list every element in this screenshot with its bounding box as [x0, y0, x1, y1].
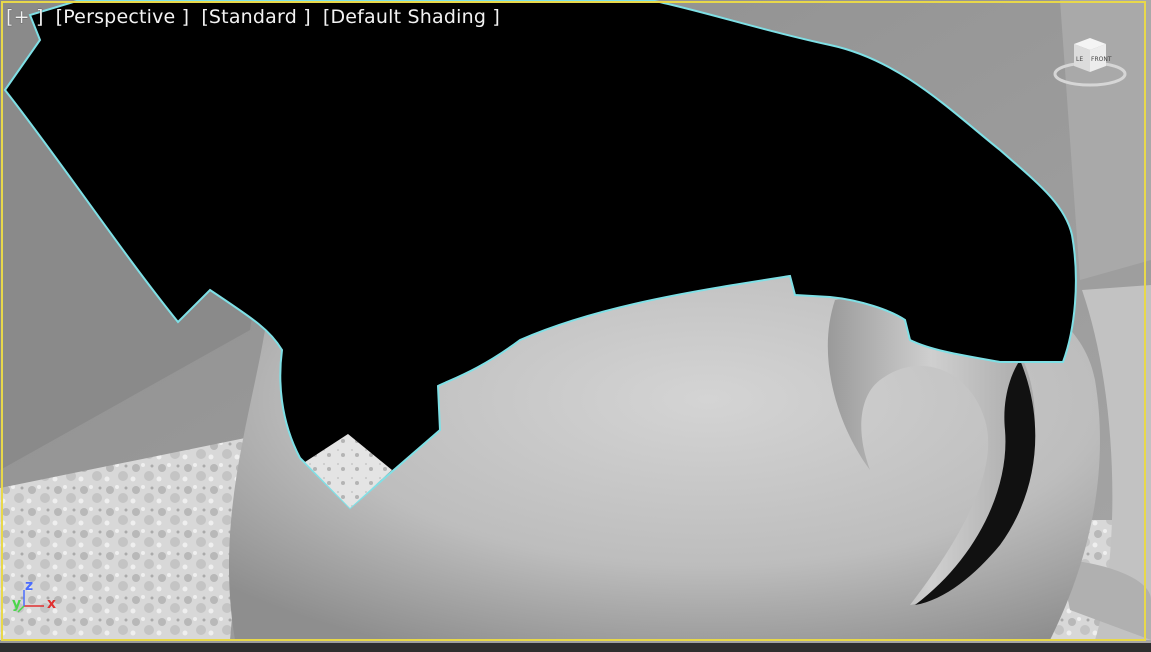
- view-type-label[interactable]: [Perspective ]: [56, 6, 190, 28]
- viewcube-front-label: FRONT: [1091, 56, 1112, 63]
- viewport-bottom-strip: [0, 643, 1151, 652]
- axis-tripod: x y z: [10, 578, 66, 618]
- viewport-label-bar: [+ ] [Perspective ] [Standard ] [Default…: [6, 6, 500, 28]
- perspective-viewport[interactable]: [+ ] [Perspective ] [Standard ] [Default…: [0, 0, 1151, 652]
- axis-x-label: x: [47, 596, 57, 612]
- axis-y-label: y: [12, 596, 22, 612]
- maximize-toggle-label[interactable]: [+ ]: [6, 6, 44, 28]
- axis-z-label: z: [25, 578, 34, 594]
- scene-render[interactable]: [0, 0, 1151, 652]
- shading-mode-label[interactable]: [Default Shading ]: [323, 6, 500, 28]
- viewcube-left-label: LE: [1076, 56, 1083, 63]
- viewcube[interactable]: LE FRONT: [1052, 34, 1128, 90]
- renderer-label[interactable]: [Standard ]: [201, 6, 311, 28]
